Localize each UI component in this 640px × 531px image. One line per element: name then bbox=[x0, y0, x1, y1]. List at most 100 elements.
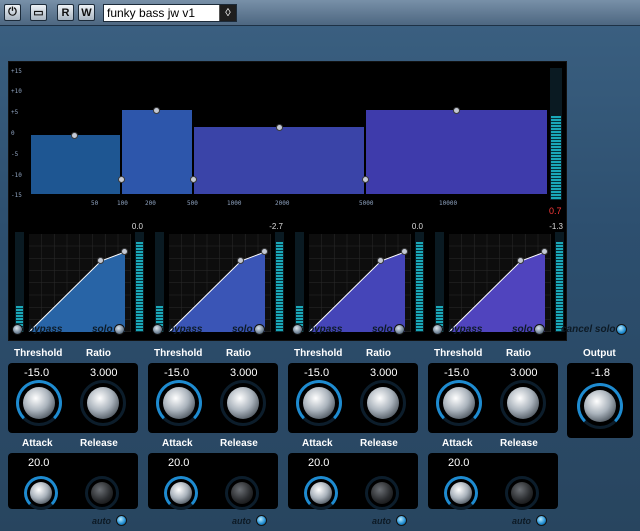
gain-reduction-meter bbox=[415, 232, 424, 332]
db-label: -10 bbox=[11, 172, 22, 179]
band-4-region[interactable] bbox=[366, 110, 547, 194]
ratio-knob[interactable] bbox=[507, 387, 539, 419]
release-label: Release bbox=[80, 438, 118, 449]
band-2-gain-handle[interactable] bbox=[153, 107, 160, 114]
cancel-solo-button[interactable] bbox=[616, 324, 627, 335]
attack-knob[interactable] bbox=[450, 482, 472, 504]
threshold-handle[interactable] bbox=[377, 257, 384, 264]
attack-knob[interactable] bbox=[310, 482, 332, 504]
ratio-value[interactable]: 3.000 bbox=[214, 365, 274, 381]
solo-button[interactable] bbox=[114, 324, 125, 335]
output-knob[interactable] bbox=[584, 390, 616, 422]
threshold-value[interactable]: -15.0 bbox=[152, 365, 212, 381]
auto-release-button[interactable] bbox=[396, 515, 407, 526]
threshold-value[interactable]: -15.0 bbox=[432, 365, 492, 381]
frequency-label: 100 bbox=[117, 200, 128, 207]
gain-reduction-meter bbox=[555, 232, 564, 332]
ratio-handle[interactable] bbox=[541, 248, 548, 255]
preset-menu-button[interactable]: ◊ bbox=[219, 5, 236, 21]
crossover-1-handle[interactable] bbox=[118, 176, 125, 183]
preset-name-field[interactable]: funky bass jw v1 bbox=[103, 4, 237, 22]
compressor-curve-graph[interactable] bbox=[29, 234, 131, 332]
threshold-handle[interactable] bbox=[517, 257, 524, 264]
ratio-knob[interactable] bbox=[227, 387, 259, 419]
ratio-label: Ratio bbox=[226, 348, 251, 359]
release-label: Release bbox=[220, 438, 258, 449]
release-label: Release bbox=[360, 438, 398, 449]
output-value[interactable]: -1.8 bbox=[573, 365, 627, 381]
attack-label: Attack bbox=[302, 438, 333, 449]
compressor-curve-graph[interactable] bbox=[309, 234, 411, 332]
ratio-handle[interactable] bbox=[261, 248, 268, 255]
bypass-button[interactable] bbox=[432, 324, 443, 335]
solo-button[interactable] bbox=[254, 324, 265, 335]
band-2-region[interactable] bbox=[122, 110, 192, 194]
bypass-button[interactable] bbox=[292, 324, 303, 335]
output-label: Output bbox=[583, 348, 616, 359]
threshold-value[interactable]: -15.0 bbox=[12, 365, 72, 381]
ratio-value[interactable]: 3.000 bbox=[354, 365, 414, 381]
auto-release-label: auto bbox=[92, 516, 111, 526]
band-input-meter bbox=[435, 232, 444, 332]
compressor-curve-graph[interactable] bbox=[169, 234, 271, 332]
ratio-knob[interactable] bbox=[367, 387, 399, 419]
attack-knob[interactable] bbox=[30, 482, 52, 504]
release-knob[interactable] bbox=[511, 482, 533, 504]
preset-manager-button[interactable]: ▭ bbox=[30, 4, 47, 21]
frequency-label: 200 bbox=[145, 200, 156, 207]
band-gain-readout: 0.0 bbox=[411, 222, 423, 231]
db-label: -15 bbox=[11, 192, 22, 199]
solo-button[interactable] bbox=[394, 324, 405, 335]
band-1-gain-handle[interactable] bbox=[71, 132, 78, 139]
ratio-value[interactable]: 3.000 bbox=[494, 365, 554, 381]
auto-release-label: auto bbox=[512, 516, 531, 526]
threshold-knob[interactable] bbox=[23, 387, 55, 419]
solo-button[interactable] bbox=[534, 324, 545, 335]
band-input-meter bbox=[155, 232, 164, 332]
threshold-handle[interactable] bbox=[237, 257, 244, 264]
curve-svg bbox=[169, 234, 271, 332]
bypass-label: bypass bbox=[308, 324, 343, 335]
threshold-knob[interactable] bbox=[443, 387, 475, 419]
release-knob[interactable] bbox=[91, 482, 113, 504]
band-gain-readout: -1.3 bbox=[549, 222, 563, 231]
band-3-gain-handle[interactable] bbox=[276, 124, 283, 131]
ratio-handle[interactable] bbox=[401, 248, 408, 255]
auto-release-button[interactable] bbox=[536, 515, 547, 526]
band-4-gain-handle[interactable] bbox=[453, 107, 460, 114]
ratio-label: Ratio bbox=[506, 348, 531, 359]
attack-value[interactable]: 20.0 bbox=[12, 455, 72, 471]
release-knob[interactable] bbox=[371, 482, 393, 504]
band-3-region[interactable] bbox=[194, 127, 364, 194]
band-input-meter bbox=[295, 232, 304, 332]
attack-value[interactable]: 20.0 bbox=[152, 455, 212, 471]
band-1-region[interactable] bbox=[31, 135, 120, 194]
crossover-3-handle[interactable] bbox=[362, 176, 369, 183]
bypass-button[interactable] bbox=[12, 324, 23, 335]
ratio-handle[interactable] bbox=[121, 248, 128, 255]
compressor-curve-graph[interactable] bbox=[449, 234, 551, 332]
attack-knob[interactable] bbox=[170, 482, 192, 504]
ratio-knob[interactable] bbox=[87, 387, 119, 419]
release-knob[interactable] bbox=[231, 482, 253, 504]
power-button[interactable]: ⏻ bbox=[4, 4, 21, 21]
curve-svg bbox=[29, 234, 131, 332]
solo-label: solo bbox=[92, 324, 113, 335]
attack-value[interactable]: 20.0 bbox=[432, 455, 492, 471]
auto-release-label: auto bbox=[372, 516, 391, 526]
db-label: +5 bbox=[11, 109, 19, 116]
band-split-view[interactable]: +15 +10 +5 0 -5 -10 -15 50 100 200 500 1… bbox=[9, 62, 549, 207]
attack-value[interactable]: 20.0 bbox=[292, 455, 352, 471]
threshold-label: Threshold bbox=[154, 348, 203, 359]
auto-release-button[interactable] bbox=[116, 515, 127, 526]
write-automation-button[interactable]: W bbox=[78, 4, 95, 21]
threshold-handle[interactable] bbox=[97, 257, 104, 264]
crossover-2-handle[interactable] bbox=[190, 176, 197, 183]
threshold-value[interactable]: -15.0 bbox=[292, 365, 352, 381]
bypass-button[interactable] bbox=[152, 324, 163, 335]
read-automation-button[interactable]: R bbox=[57, 4, 74, 21]
ratio-value[interactable]: 3.000 bbox=[74, 365, 134, 381]
auto-release-button[interactable] bbox=[256, 515, 267, 526]
threshold-knob[interactable] bbox=[163, 387, 195, 419]
threshold-knob[interactable] bbox=[303, 387, 335, 419]
